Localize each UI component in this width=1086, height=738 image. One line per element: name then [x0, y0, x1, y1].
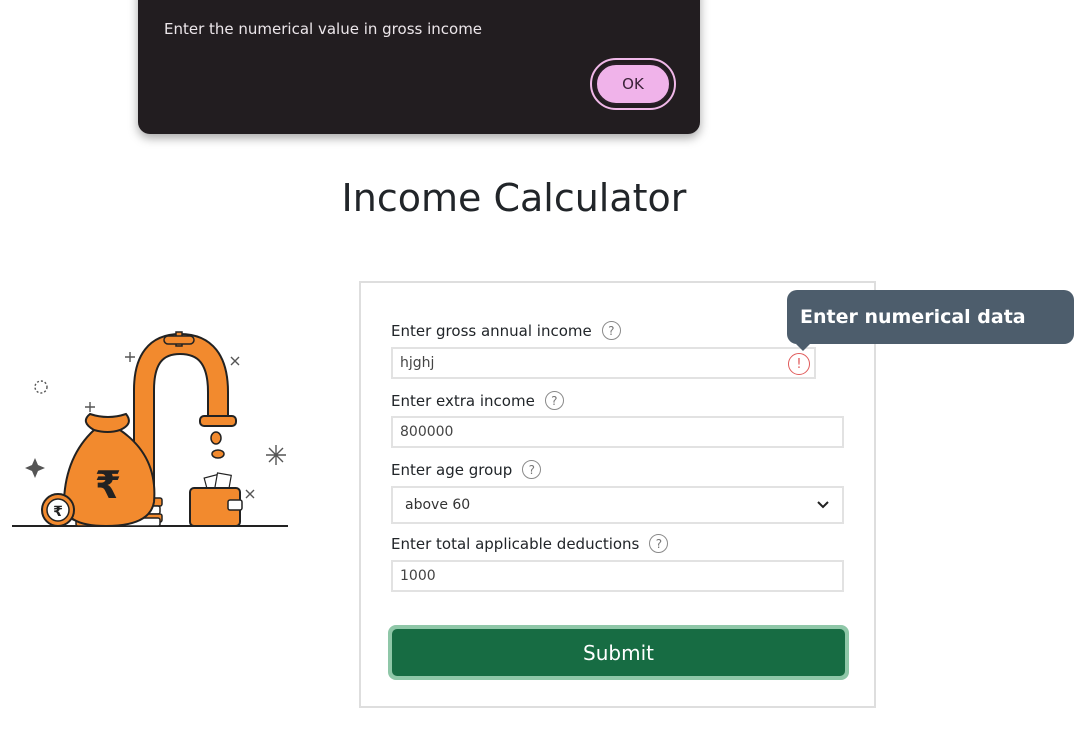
age-group-label: Enter age group ?: [391, 460, 542, 479]
age-group-selected-value: above 60: [405, 497, 471, 513]
submit-button-focus-ring[interactable]: Submit: [388, 625, 849, 680]
age-group-select[interactable]: above 60: [391, 486, 844, 524]
extra-income-help-icon[interactable]: ?: [544, 391, 564, 410]
extra-income-value: 800000: [400, 424, 454, 440]
deductions-help-icon[interactable]: ?: [649, 534, 669, 553]
alert-dialog: Enter the numerical value in gross incom…: [138, 0, 700, 134]
deductions-label-text: Enter total applicable deductions: [391, 534, 640, 553]
tooltip-arrow: [796, 344, 810, 351]
error-alert-icon: !: [788, 353, 810, 375]
age-group-help-icon[interactable]: ?: [522, 460, 542, 479]
gross-income-value: hjghj: [400, 355, 435, 371]
gross-income-label-text: Enter gross annual income: [391, 321, 592, 340]
age-group-label-text: Enter age group: [391, 460, 513, 479]
submit-button[interactable]: Submit: [392, 629, 845, 676]
rupee-symbol-bag: ₹: [95, 463, 121, 507]
validation-tooltip: Enter numerical data: [787, 290, 1074, 344]
page-title: Income Calculator: [341, 176, 687, 220]
deductions-value: 1000: [400, 568, 436, 584]
rupee-symbol-coin: ₹: [53, 504, 63, 520]
extra-income-label-text: Enter extra income: [391, 391, 535, 410]
gross-income-label: Enter gross annual income ?: [391, 321, 621, 340]
deductions-input[interactable]: 1000: [391, 560, 844, 592]
deductions-label: Enter total applicable deductions ?: [391, 534, 669, 553]
gross-income-input[interactable]: hjghj: [391, 347, 816, 379]
gross-income-help-icon[interactable]: ?: [601, 321, 621, 340]
dialog-ok-button-ring[interactable]: OK: [590, 58, 676, 110]
extra-income-label: Enter extra income ?: [391, 391, 564, 410]
tap-nozzle: [199, 415, 237, 427]
tap-handle: [163, 335, 195, 345]
chevron-down-icon: [817, 501, 829, 509]
page: Enter the numerical value in gross incom…: [0, 0, 1086, 738]
money-tap-illustration: ₹ ₹: [12, 331, 288, 528]
dialog-ok-button[interactable]: OK: [595, 63, 671, 105]
dialog-message: Enter the numerical value in gross incom…: [164, 20, 483, 38]
extra-income-input[interactable]: 800000: [391, 416, 844, 448]
